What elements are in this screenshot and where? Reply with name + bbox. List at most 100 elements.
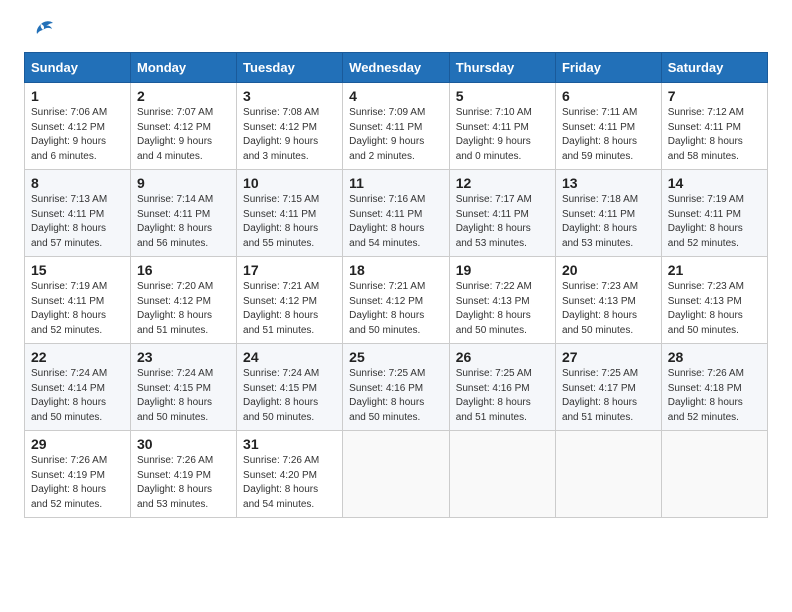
day-detail: Sunrise: 7:15 AMSunset: 4:11 PMDaylight:… bbox=[243, 193, 336, 251]
day-number: 22 bbox=[31, 349, 124, 365]
day-detail: Sunrise: 7:24 AMSunset: 4:14 PMDaylight:… bbox=[31, 367, 124, 425]
day-detail: Sunrise: 7:06 AMSunset: 4:12 PMDaylight:… bbox=[31, 106, 124, 164]
table-row: 24 Sunrise: 7:24 AMSunset: 4:15 PMDayligh… bbox=[237, 344, 343, 431]
calendar-week-row: 29 Sunrise: 7:26 AMSunset: 4:19 PMDayligh… bbox=[25, 431, 768, 518]
table-row: 8Sunrise: 7:13 AMSunset: 4:11 PMDaylight… bbox=[25, 170, 131, 257]
table-row: 23 Sunrise: 7:24 AMSunset: 4:15 PMDayligh… bbox=[131, 344, 237, 431]
table-row: 29 Sunrise: 7:26 AMSunset: 4:19 PMDayligh… bbox=[25, 431, 131, 518]
day-number: 31 bbox=[243, 436, 336, 452]
day-number: 2 bbox=[137, 88, 230, 104]
day-number: 15 bbox=[31, 262, 124, 278]
day-detail: Sunrise: 7:26 AMSunset: 4:18 PMDaylight:… bbox=[668, 367, 761, 425]
day-number: 11 bbox=[349, 175, 443, 191]
day-number: 20 bbox=[562, 262, 655, 278]
day-detail: Sunrise: 7:23 AMSunset: 4:13 PMDaylight:… bbox=[562, 280, 655, 338]
day-detail: Sunrise: 7:25 AMSunset: 4:16 PMDaylight:… bbox=[349, 367, 443, 425]
day-detail: Sunrise: 7:11 AMSunset: 4:11 PMDaylight:… bbox=[562, 106, 655, 164]
day-number: 12 bbox=[456, 175, 549, 191]
table-row: 21Sunrise: 7:23 AMSunset: 4:13 PMDayligh… bbox=[661, 257, 767, 344]
day-detail: Sunrise: 7:25 AMSunset: 4:17 PMDaylight:… bbox=[562, 367, 655, 425]
day-number: 30 bbox=[137, 436, 230, 452]
table-row: 25Sunrise: 7:25 AMSunset: 4:16 PMDayligh… bbox=[343, 344, 450, 431]
col-saturday: Saturday bbox=[661, 53, 767, 83]
table-row: 19 Sunrise: 7:22 AMSunset: 4:13 PMDayligh… bbox=[449, 257, 555, 344]
table-row bbox=[343, 431, 450, 518]
day-number: 16 bbox=[137, 262, 230, 278]
table-row bbox=[555, 431, 661, 518]
table-row: 4Sunrise: 7:09 AMSunset: 4:11 PMDaylight… bbox=[343, 83, 450, 170]
col-wednesday: Wednesday bbox=[343, 53, 450, 83]
day-number: 1 bbox=[31, 88, 124, 104]
day-detail: Sunrise: 7:21 AMSunset: 4:12 PMDaylight:… bbox=[243, 280, 336, 338]
day-detail: Sunrise: 7:08 AMSunset: 4:12 PMDaylight:… bbox=[243, 106, 336, 164]
day-detail: Sunrise: 7:07 AMSunset: 4:12 PMDaylight:… bbox=[137, 106, 230, 164]
col-sunday: Sunday bbox=[25, 53, 131, 83]
day-number: 17 bbox=[243, 262, 336, 278]
table-row bbox=[449, 431, 555, 518]
day-number: 21 bbox=[668, 262, 761, 278]
table-row: 11 Sunrise: 7:16 AMSunset: 4:11 PMDayligh… bbox=[343, 170, 450, 257]
calendar-header-row: Sunday Monday Tuesday Wednesday Thursday… bbox=[25, 53, 768, 83]
day-detail: Sunrise: 7:09 AMSunset: 4:11 PMDaylight:… bbox=[349, 106, 443, 164]
table-row: 16 Sunrise: 7:20 AMSunset: 4:12 PMDayligh… bbox=[131, 257, 237, 344]
calendar-week-row: 8Sunrise: 7:13 AMSunset: 4:11 PMDaylight… bbox=[25, 170, 768, 257]
logo-bird-icon bbox=[28, 20, 54, 42]
day-number: 14 bbox=[668, 175, 761, 191]
day-detail: Sunrise: 7:26 AMSunset: 4:19 PMDaylight:… bbox=[137, 454, 230, 512]
table-row: 2 Sunrise: 7:07 AMSunset: 4:12 PMDaylight… bbox=[131, 83, 237, 170]
day-number: 27 bbox=[562, 349, 655, 365]
day-number: 9 bbox=[137, 175, 230, 191]
col-friday: Friday bbox=[555, 53, 661, 83]
day-number: 24 bbox=[243, 349, 336, 365]
table-row: 7Sunrise: 7:12 AMSunset: 4:11 PMDaylight… bbox=[661, 83, 767, 170]
day-detail: Sunrise: 7:26 AMSunset: 4:20 PMDaylight:… bbox=[243, 454, 336, 512]
day-number: 7 bbox=[668, 88, 761, 104]
table-row: 14 Sunrise: 7:19 AMSunset: 4:11 PMDayligh… bbox=[661, 170, 767, 257]
table-row: 17 Sunrise: 7:21 AMSunset: 4:12 PMDayligh… bbox=[237, 257, 343, 344]
day-number: 10 bbox=[243, 175, 336, 191]
table-row: 13Sunrise: 7:18 AMSunset: 4:11 PMDayligh… bbox=[555, 170, 661, 257]
table-row: 30 Sunrise: 7:26 AMSunset: 4:19 PMDayligh… bbox=[131, 431, 237, 518]
day-detail: Sunrise: 7:24 AMSunset: 4:15 PMDaylight:… bbox=[137, 367, 230, 425]
day-detail: Sunrise: 7:22 AMSunset: 4:13 PMDaylight:… bbox=[456, 280, 549, 338]
day-detail: Sunrise: 7:26 AMSunset: 4:19 PMDaylight:… bbox=[31, 454, 124, 512]
day-number: 26 bbox=[456, 349, 549, 365]
day-detail: Sunrise: 7:24 AMSunset: 4:15 PMDaylight:… bbox=[243, 367, 336, 425]
day-detail: Sunrise: 7:10 AMSunset: 4:11 PMDaylight:… bbox=[456, 106, 549, 164]
table-row: 1 Sunrise: 7:06 AMSunset: 4:12 PMDaylight… bbox=[25, 83, 131, 170]
day-detail: Sunrise: 7:19 AMSunset: 4:11 PMDaylight:… bbox=[668, 193, 761, 251]
table-row: 31 Sunrise: 7:26 AMSunset: 4:20 PMDayligh… bbox=[237, 431, 343, 518]
day-detail: Sunrise: 7:21 AMSunset: 4:12 PMDaylight:… bbox=[349, 280, 443, 338]
table-row: 3 Sunrise: 7:08 AMSunset: 4:12 PMDaylight… bbox=[237, 83, 343, 170]
day-detail: Sunrise: 7:16 AMSunset: 4:11 PMDaylight:… bbox=[349, 193, 443, 251]
table-row: 18 Sunrise: 7:21 AMSunset: 4:12 PMDayligh… bbox=[343, 257, 450, 344]
day-number: 23 bbox=[137, 349, 230, 365]
table-row: 15 Sunrise: 7:19 AMSunset: 4:11 PMDayligh… bbox=[25, 257, 131, 344]
day-detail: Sunrise: 7:17 AMSunset: 4:11 PMDaylight:… bbox=[456, 193, 549, 251]
day-detail: Sunrise: 7:20 AMSunset: 4:12 PMDaylight:… bbox=[137, 280, 230, 338]
table-row: 22 Sunrise: 7:24 AMSunset: 4:14 PMDayligh… bbox=[25, 344, 131, 431]
calendar-week-row: 22 Sunrise: 7:24 AMSunset: 4:14 PMDayligh… bbox=[25, 344, 768, 431]
col-tuesday: Tuesday bbox=[237, 53, 343, 83]
table-row: 6Sunrise: 7:11 AMSunset: 4:11 PMDaylight… bbox=[555, 83, 661, 170]
table-row: 5 Sunrise: 7:10 AMSunset: 4:11 PMDaylight… bbox=[449, 83, 555, 170]
day-number: 5 bbox=[456, 88, 549, 104]
calendar-week-row: 15 Sunrise: 7:19 AMSunset: 4:11 PMDayligh… bbox=[25, 257, 768, 344]
day-number: 18 bbox=[349, 262, 443, 278]
day-number: 29 bbox=[31, 436, 124, 452]
logo bbox=[24, 20, 54, 42]
table-row: 20 Sunrise: 7:23 AMSunset: 4:13 PMDayligh… bbox=[555, 257, 661, 344]
col-monday: Monday bbox=[131, 53, 237, 83]
day-detail: Sunrise: 7:25 AMSunset: 4:16 PMDaylight:… bbox=[456, 367, 549, 425]
table-row: 28Sunrise: 7:26 AMSunset: 4:18 PMDayligh… bbox=[661, 344, 767, 431]
table-row: 26 Sunrise: 7:25 AMSunset: 4:16 PMDayligh… bbox=[449, 344, 555, 431]
day-detail: Sunrise: 7:19 AMSunset: 4:11 PMDaylight:… bbox=[31, 280, 124, 338]
day-detail: Sunrise: 7:13 AMSunset: 4:11 PMDaylight:… bbox=[31, 193, 124, 251]
day-detail: Sunrise: 7:18 AMSunset: 4:11 PMDaylight:… bbox=[562, 193, 655, 251]
day-number: 3 bbox=[243, 88, 336, 104]
table-row: 27 Sunrise: 7:25 AMSunset: 4:17 PMDayligh… bbox=[555, 344, 661, 431]
day-number: 19 bbox=[456, 262, 549, 278]
table-row: 9 Sunrise: 7:14 AMSunset: 4:11 PMDaylight… bbox=[131, 170, 237, 257]
calendar-table: Sunday Monday Tuesday Wednesday Thursday… bbox=[24, 52, 768, 518]
day-detail: Sunrise: 7:14 AMSunset: 4:11 PMDaylight:… bbox=[137, 193, 230, 251]
